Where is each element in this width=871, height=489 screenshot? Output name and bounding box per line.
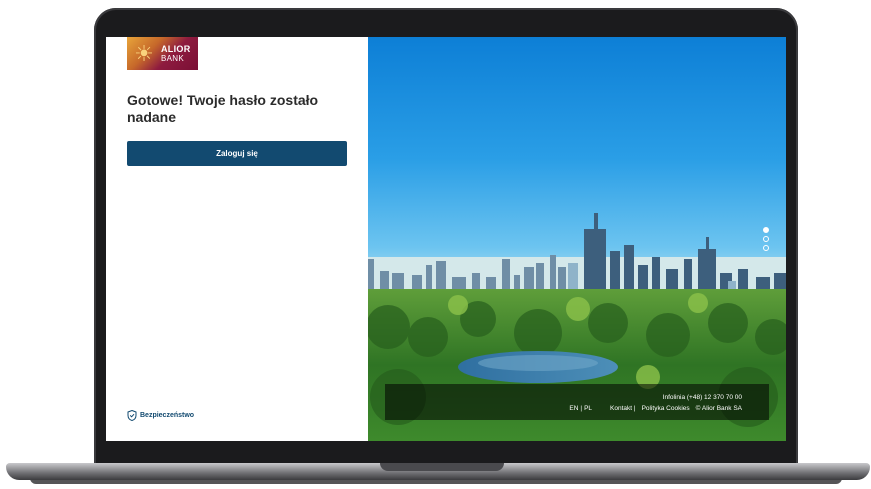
- footer-bar: Infolinia (+48) 12 370 70 00 EN | PL Kon…: [385, 384, 769, 420]
- login-panel: ☀ ALIOR BANK Gotowe! Twoje hasło zostało…: [106, 37, 368, 441]
- page-title: Gotowe! Twoje hasło zostało nadane: [127, 92, 319, 125]
- contact-link[interactable]: Kontakt |: [610, 405, 636, 412]
- security-link[interactable]: Bezpieczeństwo: [127, 410, 194, 421]
- hotline-text: Infolinia (+48) 12 370 70 00: [662, 394, 742, 401]
- logo-line-2: BANK: [161, 53, 184, 63]
- security-link-label: Bezpieczeństwo: [140, 412, 195, 419]
- cookies-policy-link[interactable]: Polityka Cookies: [642, 405, 690, 412]
- logo-text: ALIOR BANK: [161, 43, 191, 63]
- copyright-text: © Alior Bank SA: [695, 405, 742, 412]
- lang-pl-link[interactable]: PL: [584, 405, 592, 412]
- footer-links: EN | PL Kontakt | Polityka Cookies © Ali…: [569, 405, 742, 412]
- carousel-dot-3[interactable]: [763, 245, 769, 251]
- login-button[interactable]: Zaloguj się: [127, 141, 347, 166]
- alior-bank-logo[interactable]: ☀ ALIOR BANK: [127, 37, 198, 70]
- warsaw-skyline-image: [368, 213, 786, 441]
- shield-icon: [127, 410, 137, 421]
- hero-image: Infolinia (+48) 12 370 70 00 EN | PL Kon…: [368, 37, 786, 441]
- lang-en-link[interactable]: EN: [569, 405, 578, 412]
- carousel-dot-1[interactable]: [763, 227, 769, 233]
- carousel-dots: [763, 227, 769, 251]
- language-switcher: EN | PL: [569, 405, 592, 412]
- screen: ☀ ALIOR BANK Gotowe! Twoje hasło zostało…: [106, 37, 786, 441]
- logo-line-1: ALIOR: [161, 43, 191, 54]
- lion-emblem-icon: ☀: [134, 40, 154, 66]
- lang-separator: |: [580, 405, 583, 412]
- carousel-dot-2[interactable]: [763, 236, 769, 242]
- laptop-notch: [380, 463, 504, 471]
